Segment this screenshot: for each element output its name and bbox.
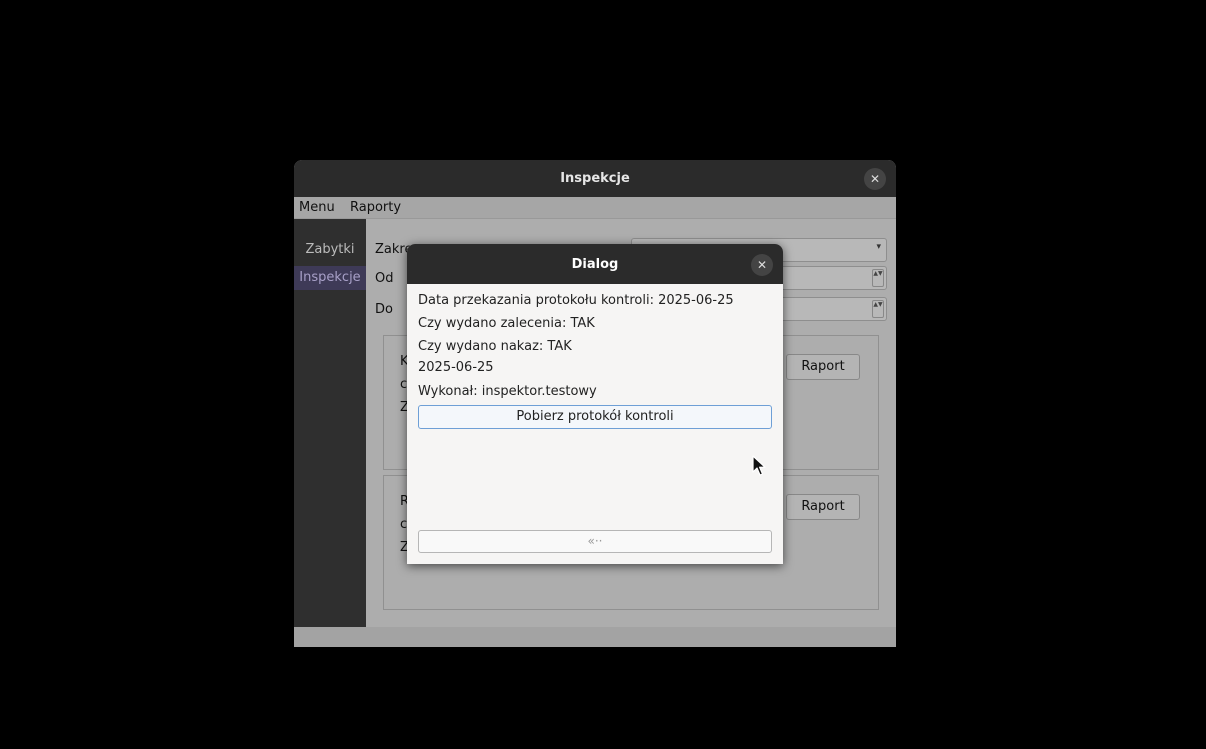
- mouse-cursor-icon: [752, 455, 766, 476]
- spin-arrows-icon[interactable]: ▲▼: [872, 300, 884, 318]
- back-arrow-icon: «··: [587, 534, 603, 548]
- dialog-title: Dialog: [571, 257, 619, 272]
- protocol-date-text: Data przekazania protokołu kontroli: 202…: [418, 293, 734, 308]
- menubar: Menu Raporty: [294, 197, 896, 219]
- sidebar-item-inspekcje[interactable]: Inspekcje: [294, 266, 366, 290]
- spin-arrows-icon[interactable]: ▲▼: [872, 269, 884, 287]
- menu-item-menu[interactable]: Menu: [299, 200, 335, 215]
- menu-item-raporty[interactable]: Raporty: [350, 200, 401, 215]
- main-titlebar[interactable]: Inspekcje ✕: [294, 160, 896, 197]
- raport-button-2[interactable]: Raport: [786, 494, 860, 520]
- statusbar: [294, 627, 896, 647]
- dialog-titlebar[interactable]: Dialog ✕: [407, 244, 783, 284]
- to-label: Do: [375, 302, 393, 317]
- back-button[interactable]: «··: [418, 530, 772, 553]
- dialog-close-icon[interactable]: ✕: [751, 254, 773, 276]
- inspection-date-text: 2025-06-25: [418, 360, 494, 375]
- dialog-window: Dialog ✕ Data przekazania protokołu kont…: [407, 244, 783, 564]
- sidebar-item-zabytki[interactable]: Zabytki: [294, 238, 366, 262]
- recommendations-text: Czy wydano zalecenia: TAK: [418, 316, 595, 331]
- order-text: Czy wydano nakaz: TAK: [418, 339, 572, 354]
- window-title: Inspekcje: [560, 171, 630, 186]
- to-date-spinbox[interactable]: ▲▼: [780, 297, 887, 321]
- chevron-down-icon: ▾: [876, 242, 881, 252]
- close-icon[interactable]: ✕: [864, 168, 886, 190]
- download-protocol-button[interactable]: Pobierz protokół kontroli: [418, 405, 772, 429]
- from-date-spinbox[interactable]: ▲▼: [780, 266, 887, 290]
- performed-by-text: Wykonał: inspektor.testowy: [418, 384, 597, 399]
- raport-button-1[interactable]: Raport: [786, 354, 860, 380]
- from-label: Od: [375, 271, 394, 286]
- sidebar: Zabytki Inspekcje: [294, 219, 366, 627]
